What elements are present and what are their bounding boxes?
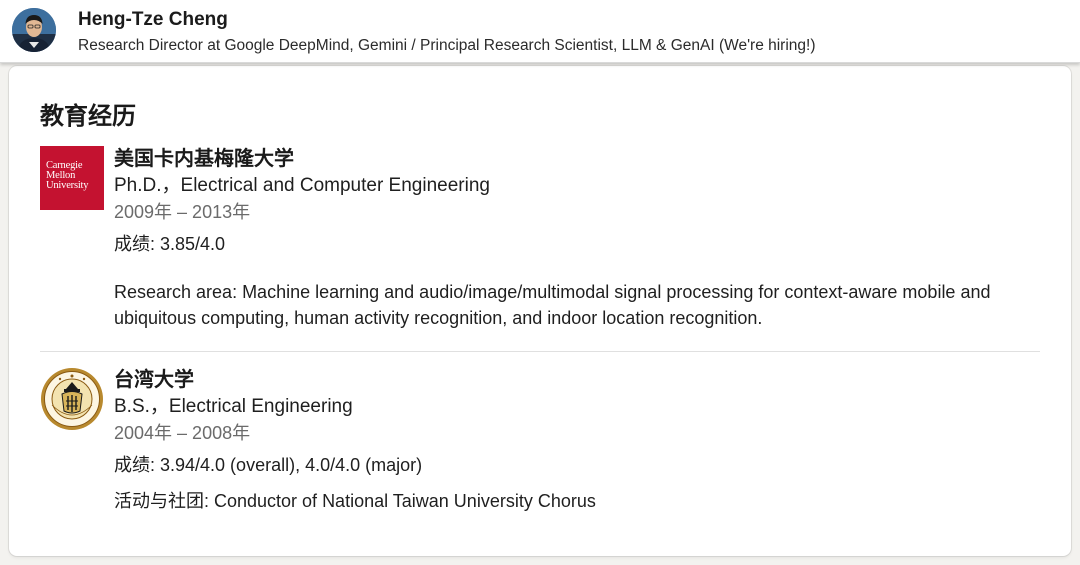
grade: 成绩: 3.94/4.0 (overall), 4.0/4.0 (major) bbox=[114, 455, 423, 475]
cmu-logo[interactable]: Carnegie Mellon University bbox=[40, 146, 104, 210]
education-info: 美国卡内基梅隆大学 Ph.D.，Electrical and Computer … bbox=[114, 145, 1044, 331]
school-name[interactable]: 台湾大学 bbox=[114, 366, 1044, 394]
ntu-seal-icon[interactable] bbox=[40, 367, 104, 431]
education-card: 教育经历 Carnegie Mellon University 美国卡内基梅隆大… bbox=[9, 66, 1071, 556]
date-range: 2004年 – 2008年 bbox=[114, 423, 251, 443]
profile-headline: Research Director at Google DeepMind, Ge… bbox=[78, 37, 816, 54]
section-title: 教育经历 bbox=[40, 103, 136, 130]
profile-header: Heng-Tze Cheng Research Director at Goog… bbox=[0, 0, 1080, 63]
degree: Ph.D.，Electrical and Computer Engineerin… bbox=[114, 175, 490, 196]
school-name[interactable]: 美国卡内基梅隆大学 bbox=[114, 145, 1044, 173]
activities: 活动与社团: Conductor of National Taiwan Univ… bbox=[114, 491, 596, 511]
grade: 成绩: 3.85/4.0 bbox=[114, 234, 226, 254]
education-info: 台湾大学 B.S.，Electrical Engineering 2004年 –… bbox=[114, 366, 1044, 514]
avatar[interactable] bbox=[12, 8, 56, 52]
degree: B.S.，Electrical Engineering bbox=[114, 396, 353, 417]
divider bbox=[40, 351, 1040, 352]
description: Research area: Machine learning and audi… bbox=[114, 282, 991, 328]
logo-text-line: University bbox=[46, 180, 89, 191]
date-range: 2009年 – 2013年 bbox=[114, 202, 251, 222]
profile-name[interactable]: Heng-Tze Cheng bbox=[78, 9, 228, 31]
